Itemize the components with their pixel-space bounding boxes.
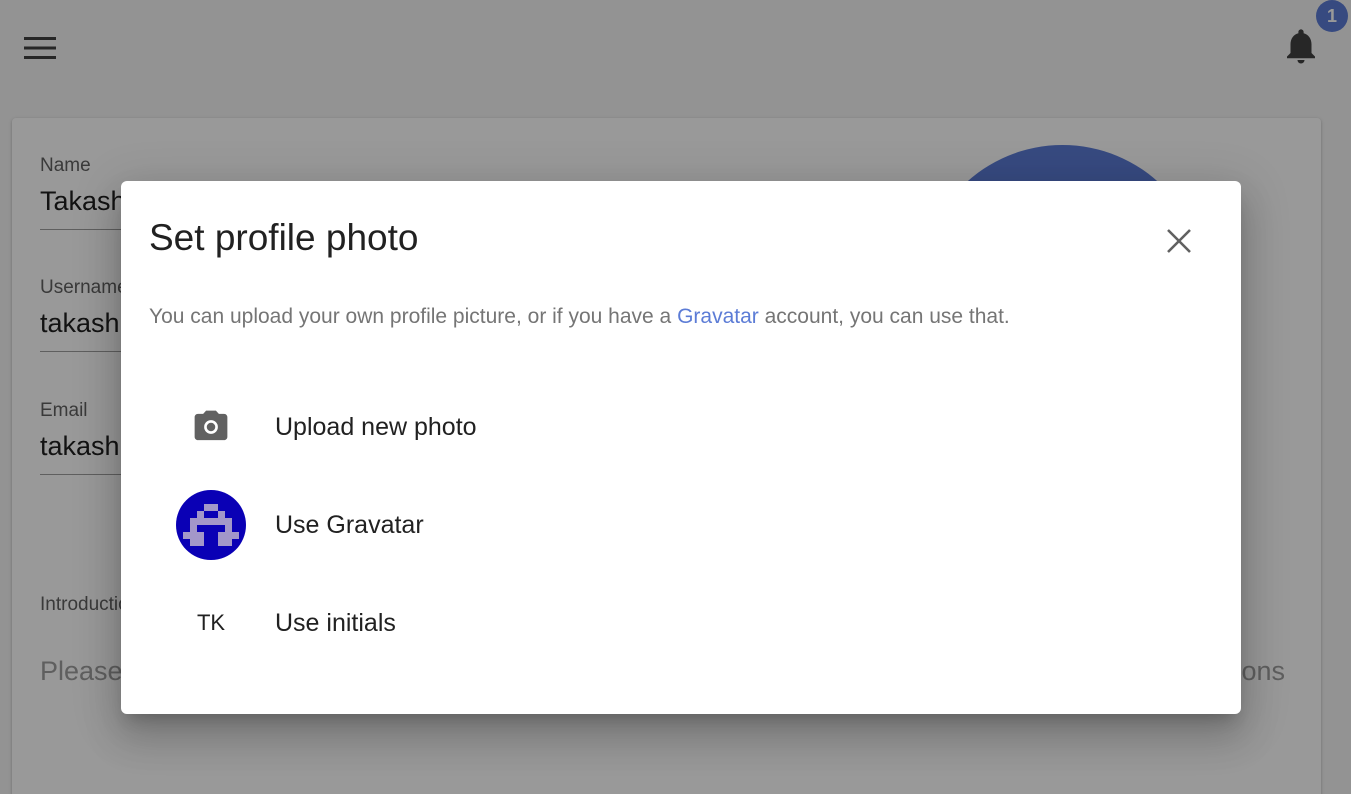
use-initials-option[interactable]: TK Use initials <box>161 586 761 660</box>
camera-icon <box>161 390 261 464</box>
initials-text: TK <box>196 610 226 635</box>
close-button[interactable] <box>1159 221 1199 261</box>
use-gravatar-option[interactable]: Use Gravatar <box>161 488 761 562</box>
upload-new-photo-option[interactable]: Upload new photo <box>161 390 761 464</box>
option-label: Use initials <box>275 608 396 637</box>
close-icon <box>1167 229 1191 253</box>
gravatar-link[interactable]: Gravatar <box>677 305 759 328</box>
gravatar-avatar <box>161 488 261 562</box>
initials-avatar: TK <box>161 586 261 660</box>
description-text-end: account, you can use that. <box>758 305 1010 328</box>
set-profile-photo-dialog: Set profile photo You can upload your ow… <box>121 181 1241 714</box>
option-label: Use Gravatar <box>275 510 424 539</box>
option-label: Upload new photo <box>275 412 477 441</box>
description-text: You can upload your own profile picture,… <box>149 305 678 328</box>
dialog-description: You can upload your own profile picture,… <box>149 305 1010 329</box>
dialog-title: Set profile photo <box>149 217 419 258</box>
